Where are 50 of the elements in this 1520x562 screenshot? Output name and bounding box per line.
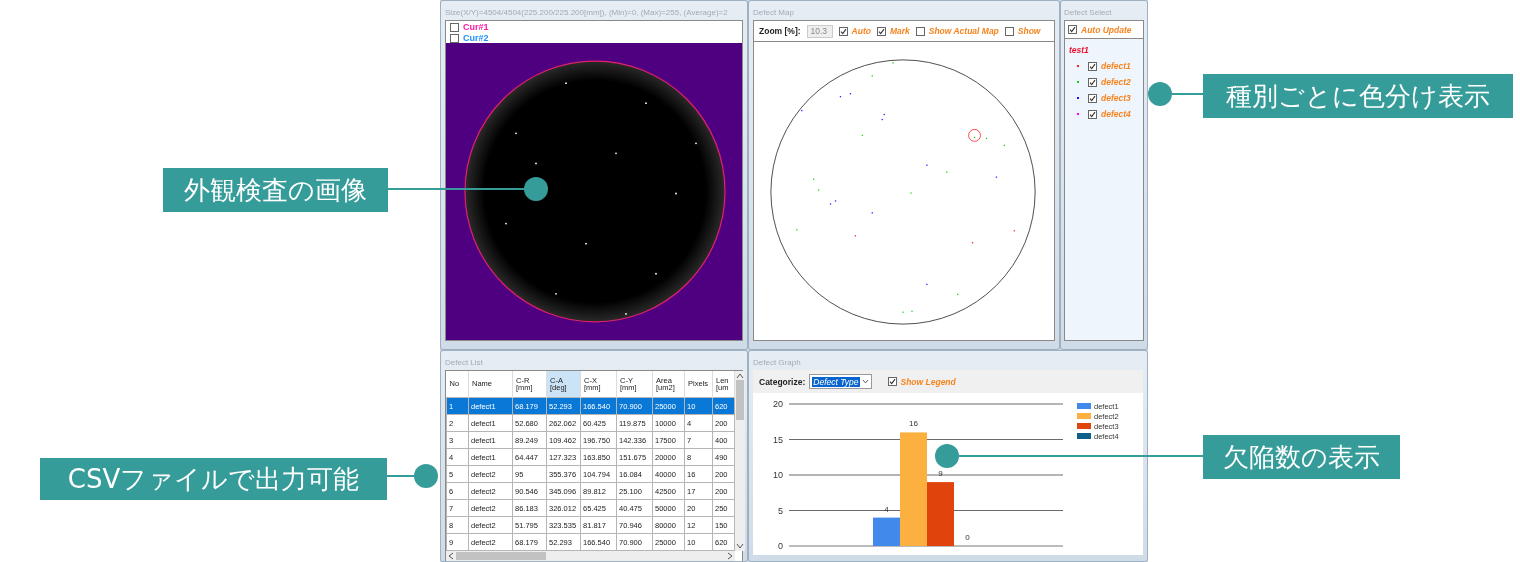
axis-tick-label: 5 [778, 505, 783, 516]
callout-label: CSVファイルで出力可能 [40, 458, 387, 500]
leader-line [387, 475, 414, 477]
caret-icon [861, 379, 869, 384]
data-label: 16 [909, 419, 918, 429]
checkbox[interactable] [876, 26, 886, 36]
panel-title: Defect Map [753, 7, 794, 19]
zoom-label: Zoom [%]: [759, 26, 801, 36]
callout-label: 外観検査の画像 [163, 168, 388, 212]
legend-swatch [1077, 403, 1091, 409]
callout-dot [1148, 82, 1172, 106]
legend-swatch [1077, 413, 1091, 419]
checkbox[interactable] [915, 26, 925, 36]
scroll-up-icon[interactable] [736, 372, 744, 380]
panel-title: Defect Graph [753, 357, 801, 369]
checkbox[interactable] [1088, 109, 1097, 119]
checkbox[interactable] [1004, 26, 1014, 36]
tree-node[interactable]: test1 [1069, 45, 1139, 55]
checkbox[interactable] [1068, 25, 1077, 34]
data-label: 9 [938, 469, 943, 479]
checkbox[interactable] [1088, 93, 1097, 103]
checkbox[interactable] [838, 26, 848, 36]
leader-line [1172, 93, 1203, 95]
callout-label: 欠陥数の表示 [1203, 435, 1400, 479]
axis-tick-label: 15 [773, 434, 783, 445]
axis-tick-label: 10 [773, 470, 783, 480]
data-label: 4 [884, 504, 889, 514]
checkbox[interactable] [1088, 77, 1097, 87]
scroll-right-icon[interactable] [726, 552, 734, 560]
scroll-down-icon[interactable] [736, 542, 744, 550]
axis-tick-label: 0 [778, 541, 783, 551]
legend-swatch [1077, 423, 1091, 429]
checkbox[interactable] [450, 33, 459, 43]
scroll-left-icon[interactable] [447, 552, 455, 560]
checkbox[interactable] [1088, 61, 1097, 71]
checkbox[interactable] [887, 377, 897, 386]
callout-label: 種別ごとに色分け表示 [1203, 74, 1513, 118]
legend-swatch [1077, 433, 1091, 439]
data-label: 0 [965, 533, 970, 542]
scroll-thumb[interactable] [736, 380, 744, 420]
scrollbar[interactable] [446, 551, 735, 561]
panel-title: Defect List [445, 357, 483, 369]
checkbox[interactable] [450, 22, 459, 32]
axis-tick-label: 20 [773, 399, 783, 409]
scroll-thumb[interactable] [456, 552, 546, 560]
categorize-dropdown[interactable]: Defect Type [809, 374, 872, 389]
scrollbar[interactable] [735, 371, 745, 551]
callout-dot [414, 464, 438, 488]
categorize-label: Categorize: [759, 376, 806, 387]
checkbox-label[interactable]: Cur#1 [463, 22, 489, 32]
